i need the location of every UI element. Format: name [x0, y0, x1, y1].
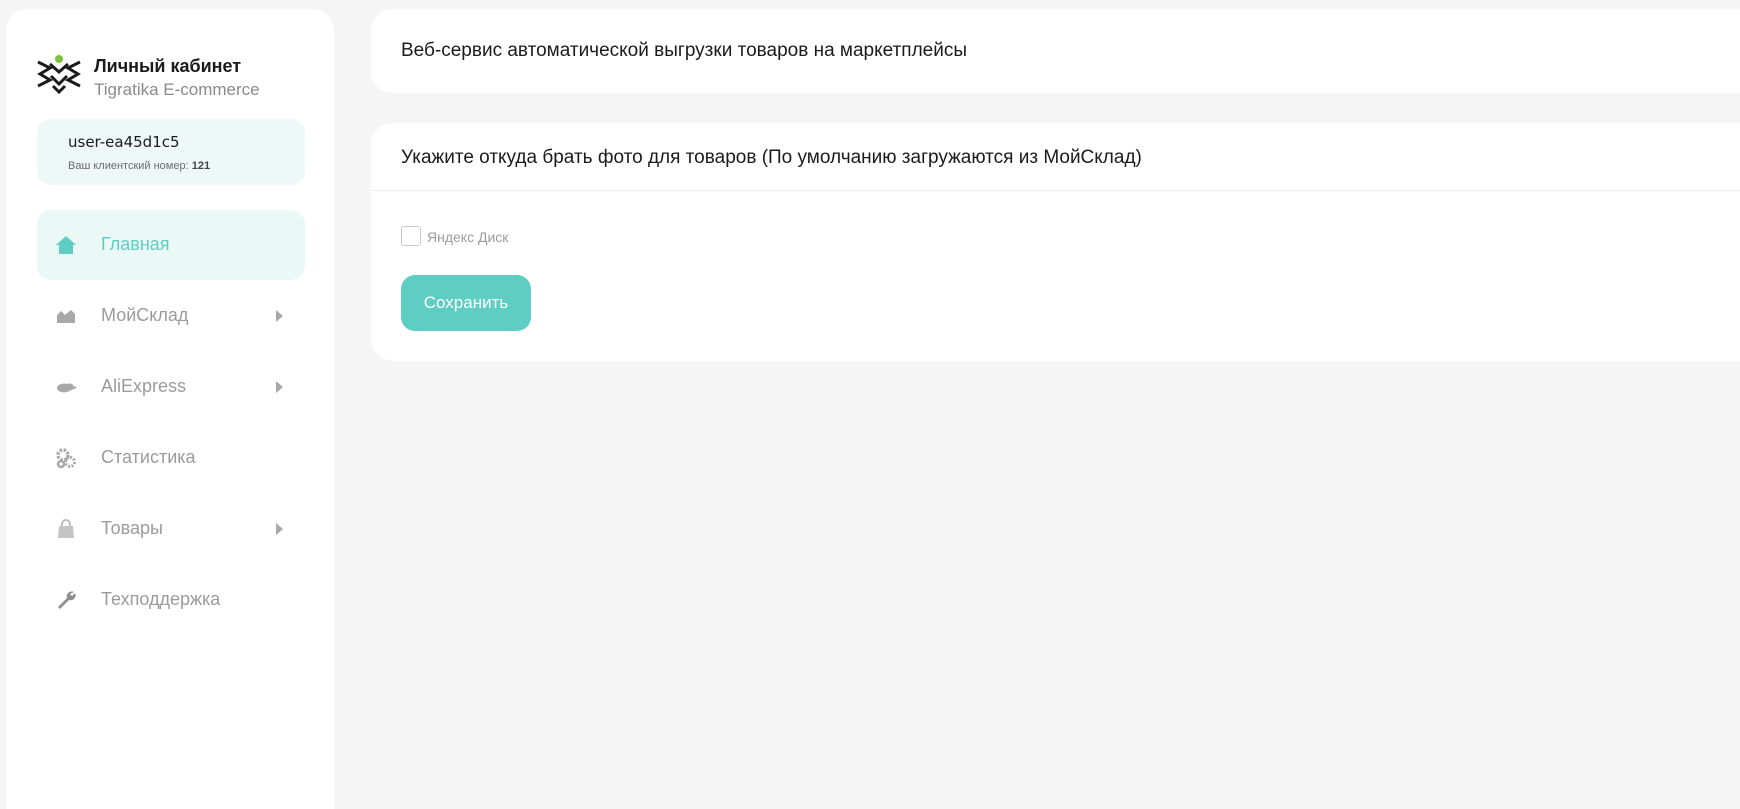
client-number-line: Ваш клиентский номер: 121 [68, 160, 210, 172]
photo-source-card: Укажите откуда брать фото для товаров (П… [371, 123, 1740, 361]
sidebar-item-label: Главная [101, 234, 170, 254]
sidebar-nav: Главная МойСклад AliExpress Статистика Т… [37, 210, 305, 636]
cogs-icon [56, 448, 76, 469]
sidebar-item-aliexpress[interactable]: AliExpress [37, 352, 305, 422]
save-button[interactable]: Сохранить [401, 275, 531, 331]
header-card: Веб-сервис автоматической выгрузки товар… [371, 9, 1740, 93]
sidebar-item-support[interactable]: Техподдержка [37, 565, 305, 635]
wrench-icon [58, 591, 76, 609]
client-number: 121 [191, 160, 211, 172]
chevron-right-icon [276, 310, 283, 322]
yandex-disk-label[interactable]: Яндекс Диск [427, 229, 508, 245]
warehouse-icon [57, 310, 75, 323]
user-name: user-ea45d1c5 [68, 133, 180, 151]
sidebar-item-label: Товары [101, 518, 163, 538]
sidebar: Личный кабинет Tigratika E-commerce user… [6, 9, 334, 809]
cloud-icon [57, 383, 77, 393]
yandex-disk-checkbox[interactable] [401, 226, 421, 246]
photo-source-title: Укажите откуда брать фото для товаров (П… [401, 147, 1142, 168]
sidebar-item-label: МойСклад [101, 305, 189, 325]
tigratika-logo-icon [37, 55, 81, 94]
shopping-bag-icon [58, 519, 74, 538]
chevron-right-icon [276, 381, 283, 393]
sidebar-item-label: Техподдержка [101, 589, 221, 609]
user-card: user-ea45d1c5 Ваш клиентский номер: 121 [37, 119, 305, 185]
brand: Личный кабинет Tigratika E-commerce [36, 45, 326, 101]
photo-source-header: Укажите откуда брать фото для товаров (П… [371, 123, 1740, 191]
home-icon [56, 236, 76, 254]
page-title: Веб-сервис автоматической выгрузки товар… [401, 40, 968, 61]
client-number-label: Ваш клиентский номер: [68, 160, 189, 172]
brand-title: Личный кабинет [94, 56, 242, 76]
sidebar-item-home[interactable]: Главная [37, 210, 305, 280]
sidebar-item-products[interactable]: Товары [37, 494, 305, 564]
sidebar-item-statistics[interactable]: Статистика [37, 423, 305, 493]
brand-subtitle: Tigratika E-commerce [94, 80, 260, 99]
sidebar-item-label: AliExpress [101, 376, 187, 396]
chevron-right-icon [276, 523, 283, 535]
sidebar-item-moysklad[interactable]: МойСклад [37, 281, 305, 351]
sidebar-item-label: Статистика [101, 447, 196, 467]
